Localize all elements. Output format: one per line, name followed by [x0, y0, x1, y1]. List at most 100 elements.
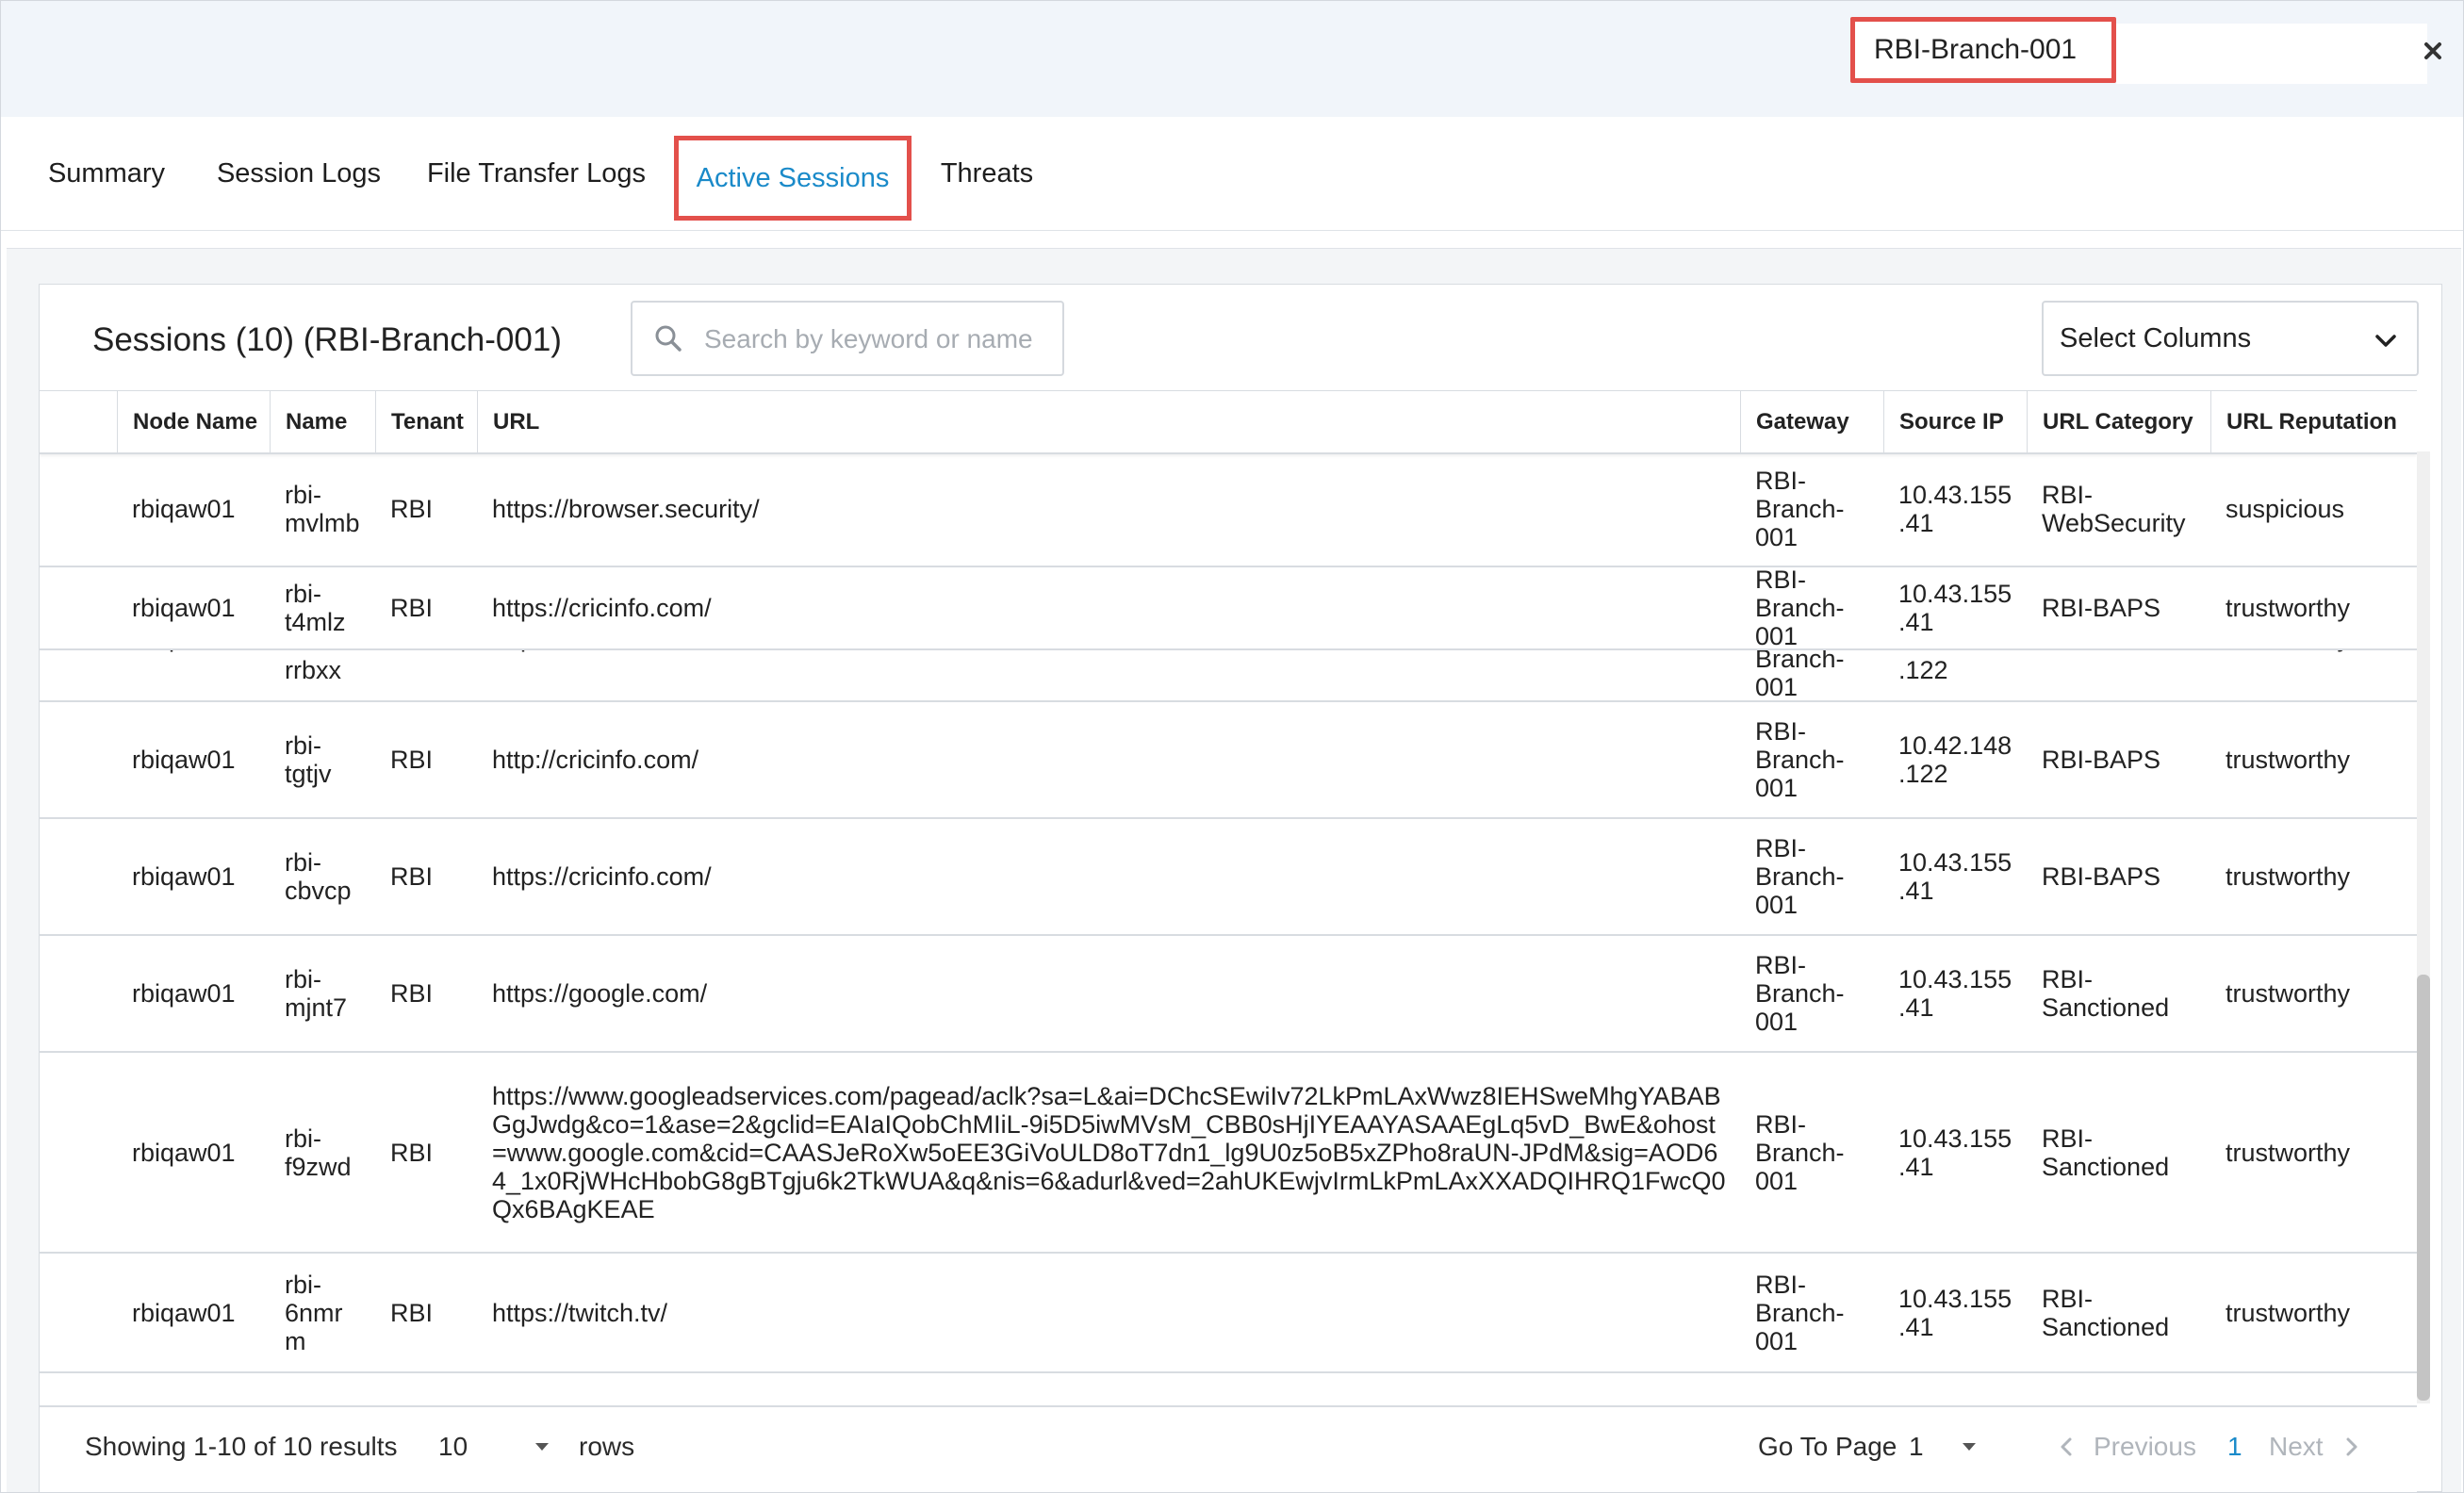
previous-page-button[interactable]: Previous	[2094, 1428, 2196, 1466]
tab-session-logs[interactable]: Session Logs	[208, 117, 389, 230]
cell-node-name: rbiqaw01	[132, 594, 236, 622]
table-row[interactable]: rbiqaw01 rbi- t4mlz RBI https://cricinfo.co…	[40, 566, 2417, 650]
table-row[interactable]: rbiqaw01 rbi- mvlmb RBI https://browser.sec…	[40, 451, 2417, 567]
close-icon[interactable]	[2419, 37, 2447, 65]
column-header-url[interactable]: URL	[477, 391, 1740, 452]
select-columns-label: Select Columns	[2060, 322, 2252, 353]
table-header: Node Name Name Tenant URL Gateway Source…	[40, 390, 2417, 454]
cell-tenant: RBI	[375, 650, 477, 700]
cell-source-ip: 10.43.155 .41	[1898, 1124, 2012, 1181]
search-icon	[655, 325, 682, 352]
tab-summary[interactable]: Summary	[35, 117, 178, 230]
cell-name: rbi- cbvcp	[285, 848, 352, 905]
cell-node-name: rbiqaw01	[132, 862, 236, 891]
cell-source-ip: 10.43.155 .41	[1898, 580, 2012, 636]
tab-label: Summary	[47, 157, 166, 189]
tab-label: Session Logs	[216, 157, 382, 189]
cell-source-ip: 10.43.155 .41	[1898, 1284, 2012, 1341]
table-row[interactable]: rbiqaw01 rrbxx RBIhttp://cricinfo.com/Bran…	[40, 650, 2417, 702]
scrollbar-thumb[interactable]	[2417, 975, 2430, 1401]
column-header-name[interactable]: Name	[270, 391, 375, 452]
cell-url-category: RBI-BAPS	[2042, 594, 2161, 622]
cell-url: http://cricinfo.com/	[492, 746, 699, 774]
column-header-url-reputation[interactable]: URL Reputation	[2210, 391, 2417, 452]
go-to-page-value[interactable]: 1	[1909, 1428, 1924, 1466]
cell-url: http://cricinfo.com/	[477, 650, 1740, 700]
tab-bar: Summary Session Logs File Transfer Logs …	[1, 117, 2463, 231]
sessions-table: Node Name Name Tenant URL Gateway Source…	[40, 390, 2417, 1405]
pagination-footer: Showing 1-10 of 10 results 10 rows Go To…	[40, 1405, 2417, 1492]
cell-gateway: RBI- Branch- 001	[1755, 951, 1845, 1036]
select-columns-dropdown[interactable]: Select Columns	[2042, 301, 2419, 376]
cell-tenant: RBI	[390, 862, 434, 891]
table-row[interactable]: rbiqaw01 rbi- f9zwd RBI https://www.googlea…	[40, 1053, 2417, 1254]
cell-tenant: RBI	[390, 594, 434, 622]
column-header-source-ip[interactable]: Source IP	[1883, 391, 2027, 452]
session-details-window: RBI-Branch-001 Summary Session Logs File…	[0, 0, 2464, 1493]
cell-url: https://cricinfo.com/	[492, 862, 712, 891]
next-page-button[interactable]: Next	[2269, 1428, 2324, 1466]
search-input[interactable]	[702, 316, 1055, 363]
sessions-title: Sessions (10) (RBI-Branch-001)	[92, 321, 562, 358]
results-summary: Showing 1-10 of 10 results	[85, 1432, 398, 1461]
cell-source-ip: 10.43.155 .41	[1898, 848, 2012, 905]
chevron-right-icon[interactable]	[2344, 1436, 2359, 1458]
tab-threats[interactable]: Threats	[930, 117, 1043, 230]
cell-name: rbi- mjnt7	[285, 965, 348, 1022]
column-header-tenant[interactable]: Tenant	[375, 391, 477, 452]
rows-per-page-caret-icon[interactable]	[535, 1443, 549, 1451]
cell-url: https://cricinfo.com/	[492, 594, 712, 622]
tab-label: File Transfer Logs	[426, 157, 647, 189]
table-row[interactable]: rbiqaw01 rbi- mjnt7 RBI https://google.com/…	[40, 936, 2417, 1053]
cell-tenant: RBI	[390, 494, 434, 523]
cell-url: https://google.com/	[492, 979, 708, 1008]
cell-gateway: RBI- Branch- 001	[1755, 1109, 1845, 1195]
cell-url-category: RBI- Sanctioned	[2042, 1124, 2170, 1181]
cell-tenant: RBI	[390, 1298, 434, 1327]
cell-url-category: RBI- Sanctioned	[2042, 1284, 2170, 1341]
tab-file-transfer-logs[interactable]: File Transfer Logs	[425, 117, 648, 230]
current-page-link[interactable]: 1	[2227, 1428, 2242, 1466]
cell-url: https://www.googleadservices.com/pagead/…	[492, 1081, 1726, 1223]
cell-name: rbi- tgtjv	[285, 731, 332, 788]
cell-url: https://twitch.tv/	[492, 1298, 668, 1327]
tab-active-sessions[interactable]: Active Sessions	[674, 136, 912, 221]
cell-source-ip: 10.43.155 .41	[1898, 480, 2012, 537]
cell-name: rrbxx	[285, 656, 341, 684]
cell-node-name: rbiqaw01	[132, 494, 236, 523]
cell-name: rbi- f9zwd	[285, 1124, 352, 1181]
table-row[interactable]: rbiqaw01 rbi- cbvcp RBI https://cricinfo.co…	[40, 819, 2417, 936]
cell-tenant: RBI	[390, 979, 434, 1008]
chevron-down-icon	[2375, 335, 2396, 347]
gateway-name-field[interactable]: RBI-Branch-001	[1850, 17, 2116, 83]
cell-gateway: RBI- Branch- 001	[1755, 1270, 1845, 1355]
select-all-column	[40, 391, 117, 452]
column-header-gateway[interactable]: Gateway	[1740, 391, 1883, 452]
cell-source-ip: 10.42.148 .122	[1898, 731, 2012, 788]
column-header-url-category[interactable]: URL Category	[2027, 391, 2210, 452]
chevron-left-icon[interactable]	[2059, 1436, 2074, 1458]
cell-node-name: rbiqaw01	[132, 746, 236, 774]
cell-gateway: RBI- Branch- 001	[1755, 834, 1845, 919]
cell-url-category: RBI- WebSecurity	[2042, 480, 2186, 537]
go-to-page-caret-icon[interactable]	[1963, 1443, 1976, 1451]
cell-source-ip: .122	[1898, 656, 1948, 684]
cell-node-name: rbiqaw01	[132, 1138, 236, 1167]
cell-url-reputation: trustworthy	[2226, 594, 2351, 622]
cell-url-category: RBI-BAPS	[2042, 862, 2161, 891]
go-to-page-label: Go To Page	[1758, 1432, 1897, 1461]
cell-url-reputation: trustworthy	[2226, 1138, 2351, 1167]
cell-url-category: RBI-BAPS	[2042, 746, 2161, 774]
gateway-name: RBI-Branch-001	[1874, 34, 2078, 65]
search-box	[631, 301, 1064, 376]
cell-name: rbi- mvlmb	[285, 480, 360, 537]
cell-gateway: RBI- Branch- 001	[1755, 466, 1845, 551]
cell-gateway: RBI- Branch- 001	[1755, 566, 1845, 650]
rows-per-page-value[interactable]: 10	[438, 1428, 468, 1466]
cell-url-reputation: trustworthy	[2226, 862, 2351, 891]
table-row[interactable]: rbiqaw01 rbi- 6nmr m RBI https://twitch.tv/…	[40, 1254, 2417, 1373]
column-header-node-name[interactable]: Node Name	[117, 391, 270, 452]
cell-node-name: rbiqaw01	[132, 979, 236, 1008]
table-row[interactable]: rbiqaw01 rbi- tgtjv RBI http://cricinfo.com…	[40, 702, 2417, 819]
cell-source-ip: 10.43.155 .41	[1898, 965, 2012, 1022]
